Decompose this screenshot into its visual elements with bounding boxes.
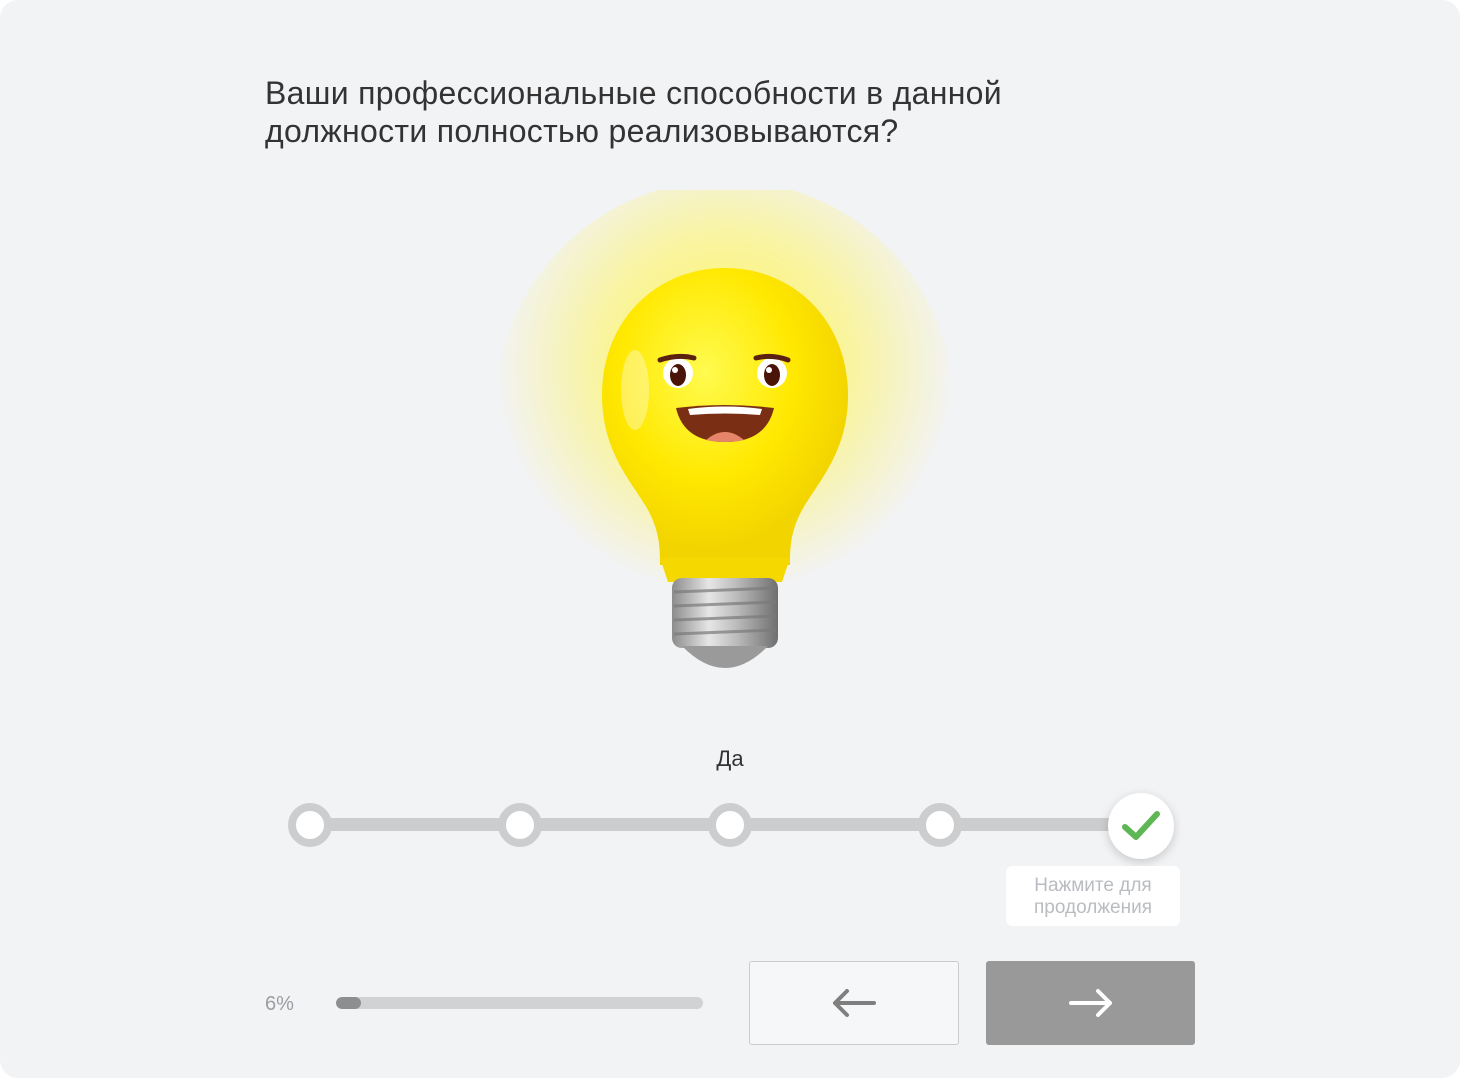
scale-option-2[interactable]: [498, 803, 542, 847]
question-line-1: Ваши профессиональные способности в данн…: [265, 75, 1002, 111]
scale-option-1[interactable]: [288, 803, 332, 847]
smiling-light-bulb-icon: [495, 190, 955, 668]
progress-percent: 6%: [265, 993, 294, 1015]
arrow-right-icon: [1068, 989, 1112, 1017]
continue-hint: Нажмите для продолжения: [1006, 866, 1180, 926]
continue-hint-line-1: Нажмите для: [1034, 875, 1152, 896]
survey-card: Ваши профессиональные способности в данн…: [0, 0, 1460, 1078]
check-icon: [1122, 811, 1160, 840]
question-text: Ваши профессиональные способности в данн…: [265, 74, 1165, 150]
scale-option-3[interactable]: [708, 803, 752, 847]
continue-hint-line-2: продолжения: [1034, 897, 1152, 918]
selected-answer-label: Да: [716, 746, 744, 771]
scale-option-4[interactable]: [918, 803, 962, 847]
progress-bar: [336, 997, 703, 1009]
next-button[interactable]: [986, 961, 1195, 1045]
progress-bar-fill: [336, 997, 361, 1009]
back-button[interactable]: [749, 961, 959, 1045]
question-line-2: должности полностью реализовываются?: [265, 113, 899, 149]
scale-option-5-selected[interactable]: [1108, 793, 1174, 859]
arrow-left-icon: [833, 989, 876, 1017]
